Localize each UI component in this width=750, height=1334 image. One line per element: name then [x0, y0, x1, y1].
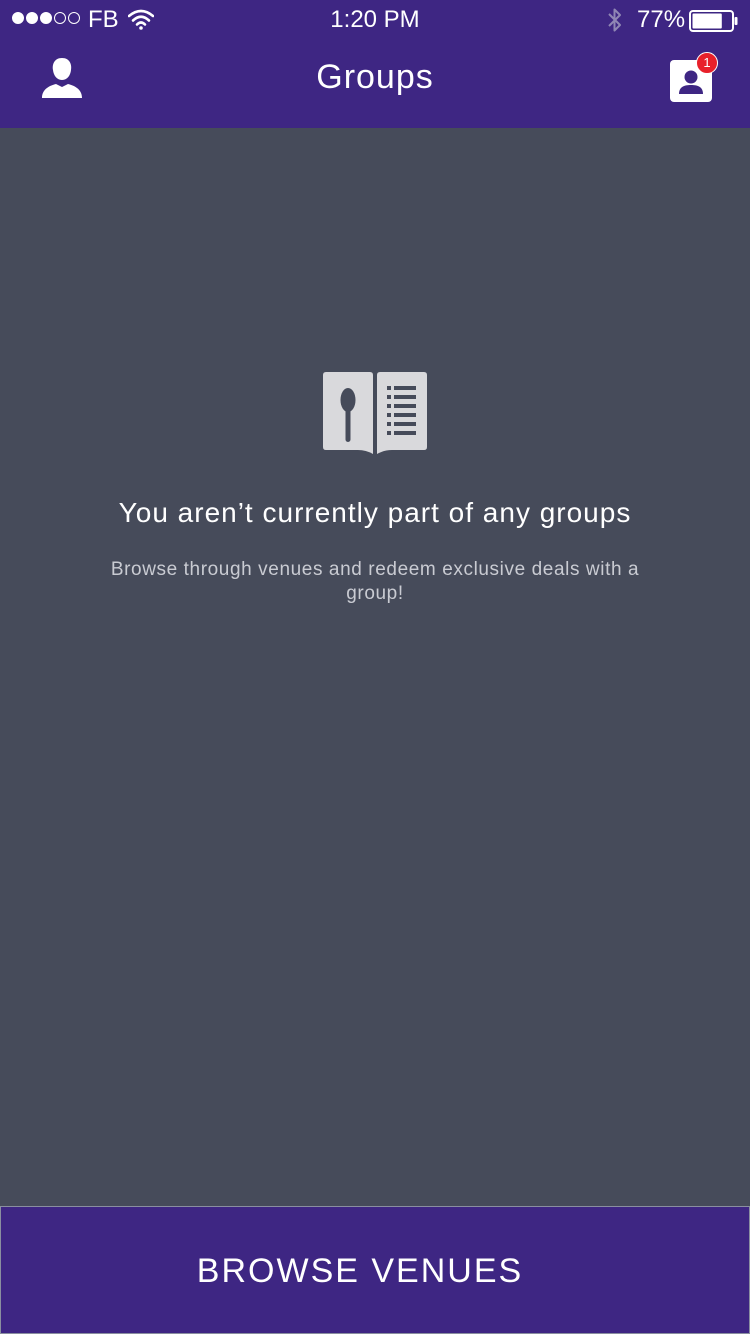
- status-bar: FB 1:20 PM 77%: [0, 0, 750, 40]
- battery-percentage: 77%: [637, 6, 686, 33]
- notification-badge: 1: [696, 52, 718, 74]
- page-title: Groups: [316, 58, 434, 96]
- bluetooth-icon: [608, 8, 621, 32]
- empty-state-title: You aren’t currently part of any groups: [118, 497, 632, 528]
- browse-venues-button[interactable]: BROWSE VENUES: [0, 1206, 750, 1334]
- menu-book-icon: [323, 372, 427, 454]
- app-header: FB 1:20 PM 77% Groups 1: [0, 0, 750, 128]
- battery-icon: [689, 10, 738, 32]
- groups-screen: FB 1:20 PM 77% Groups 1 You aren’t curre…: [0, 0, 750, 1334]
- empty-state-subtitle: Browse through venues and redeem exclusi…: [110, 559, 640, 604]
